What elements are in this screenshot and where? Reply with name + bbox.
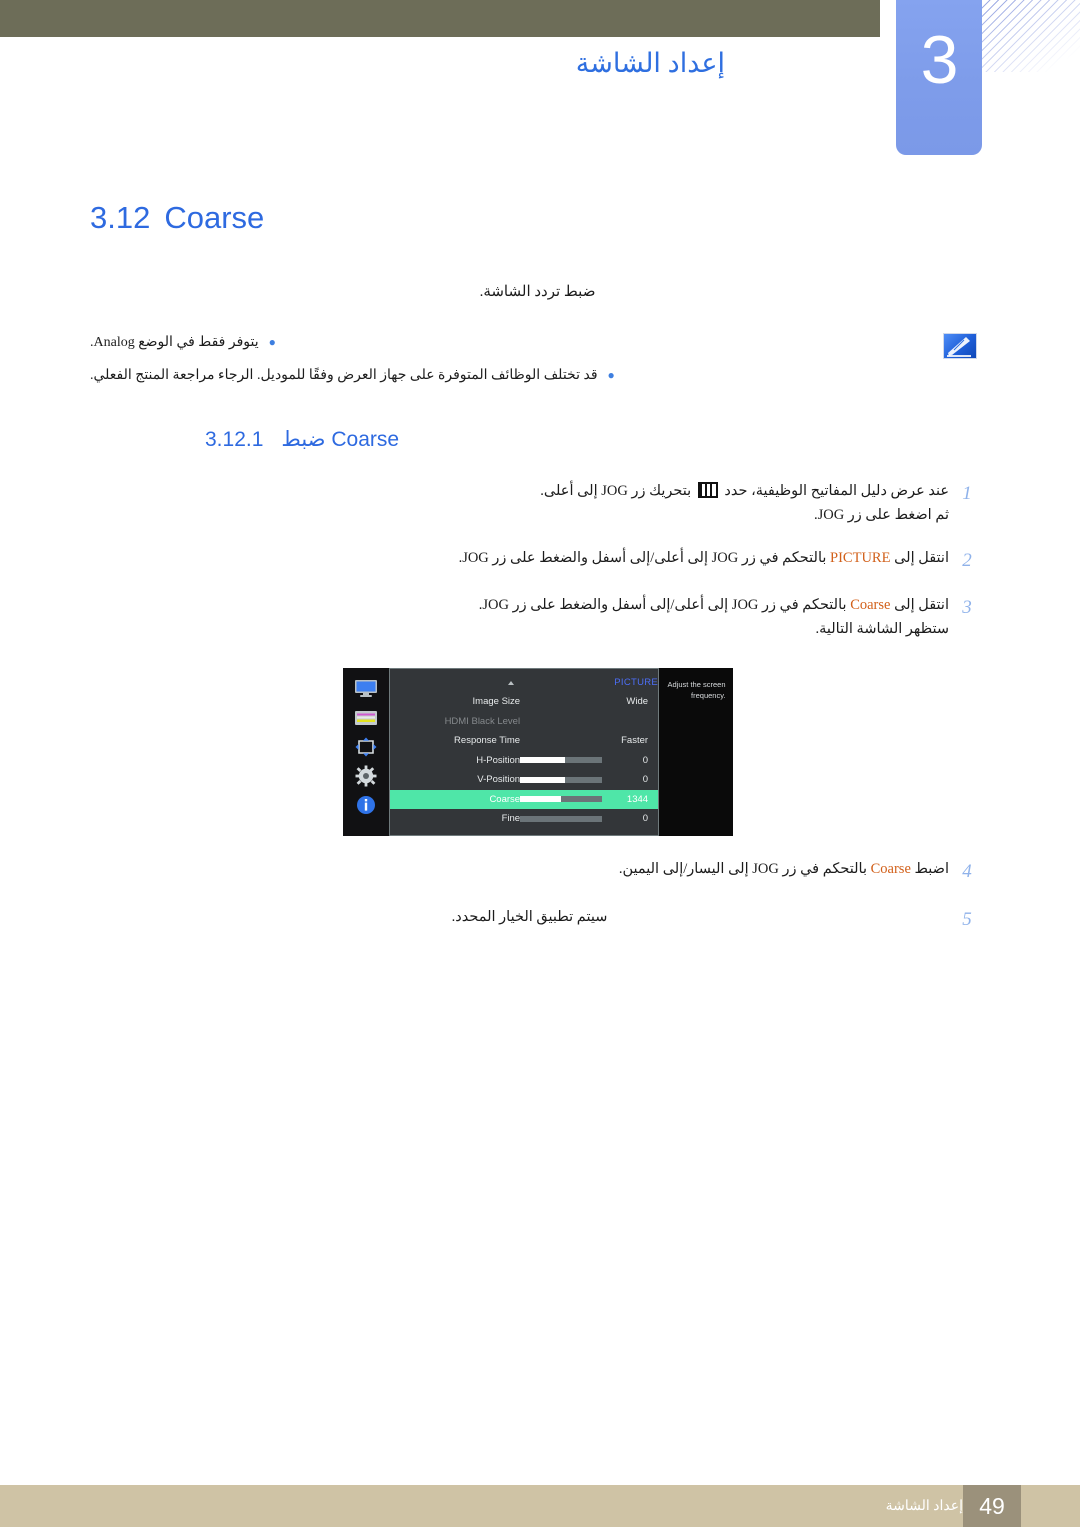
slider-track[interactable] xyxy=(520,815,603,822)
step-highlight-term: PICTURE xyxy=(830,549,891,566)
step-number: 1 xyxy=(962,483,972,504)
slider-track[interactable] xyxy=(520,757,603,764)
step-number: 2 xyxy=(962,549,972,571)
subsection-heading: 3.12.1 ضبط Coarse xyxy=(90,427,985,452)
subsection-number: 3.12.1 xyxy=(205,428,264,451)
osd-row-v-position[interactable]: V-Position 0 xyxy=(390,770,658,790)
osd-menu: PICTURE Image Size Wide HDMI Black Level… xyxy=(342,668,733,837)
step-item: 2 انتقل إلى PICTURE بالتحكم في زر JOG إل… xyxy=(90,547,985,576)
osd-menu-title-text: PICTURE xyxy=(614,677,659,689)
step-highlight-term: Coarse xyxy=(870,861,911,878)
osd-list-icon[interactable] xyxy=(353,707,379,728)
osd-row-control[interactable] xyxy=(520,757,603,764)
osd-screenshot-wrapper: PICTURE Image Size Wide HDMI Black Level… xyxy=(90,668,985,837)
step-text: انتقل إلى Coarse بالتحكم في زر JOG إلى أ… xyxy=(90,594,949,642)
section-intro-text: ضبط تردد الشاشة. xyxy=(479,284,596,300)
osd-row-label: H-Position xyxy=(476,754,521,766)
note-bullet-row: ● قد تختلف الوظائف المتوفرة على جهاز الع… xyxy=(90,364,919,389)
page-footer: 49 إعداد الشاشة xyxy=(0,1485,1080,1527)
osd-row-value: Wide xyxy=(626,696,649,708)
note-pen-icon xyxy=(943,333,977,359)
chapter-title: إعداد الشاشة xyxy=(575,48,725,78)
bullet-icon: ● xyxy=(607,367,615,382)
osd-row-label: HDMI Black Level xyxy=(444,715,521,727)
osd-row-label: Coarse xyxy=(489,793,521,805)
footer-chapter-label: إعداد الشاشة xyxy=(885,1498,963,1514)
section-number: 3.12 xyxy=(90,200,151,235)
step-item: 4 اضبط Coarse بالتحكم في زر JOG إلى اليس… xyxy=(90,858,985,887)
osd-row-image-size[interactable]: Image Size Wide xyxy=(390,692,658,712)
osd-row-label: Image Size xyxy=(472,696,521,708)
top-decorative-bar xyxy=(0,0,880,37)
step-item: 5 سيتم تطبيق الخيار المحدد. xyxy=(90,906,985,935)
osd-row-value: 1344 xyxy=(626,793,649,805)
step-text: اضبط Coarse بالتحكم في زر JOG إلى اليسار… xyxy=(90,858,949,882)
step-number: 3 xyxy=(962,597,972,619)
position-arrows-icon[interactable] xyxy=(353,736,379,757)
gear-icon[interactable] xyxy=(353,765,379,787)
osd-row-value: 0 xyxy=(642,754,649,766)
monitor-icon[interactable] xyxy=(353,678,379,699)
bullet-icon: ● xyxy=(268,335,276,349)
note-bullet-text: قد تختلف الوظائف المتوفرة على جهاز العرض… xyxy=(90,367,598,383)
slider-fill xyxy=(520,776,566,783)
step-text: سيتم تطبيق الخيار المحدد. xyxy=(451,908,608,925)
osd-row-label: V-Position xyxy=(477,774,521,786)
page-content: 3.12 Coarse ضبط تردد الشاشة. ● يتوفر فقط … xyxy=(90,200,985,953)
subsection-title-en: Coarse xyxy=(331,428,400,451)
step-subtext: ثم اضغط على زر JOG. xyxy=(813,506,949,523)
osd-row-value: 0 xyxy=(642,813,649,825)
osd-row-control[interactable] xyxy=(520,815,603,822)
corner-stripe-pattern xyxy=(978,0,1080,72)
osd-row-response-time[interactable]: Response Time Faster xyxy=(390,731,658,751)
step-item: 1 عند عرض دليل المفاتيح الوظيفية، حدد بت… xyxy=(90,480,985,528)
slider-fill xyxy=(520,796,562,803)
step-text-after: بتحريك زر JOG إلى أعلى. xyxy=(540,483,692,499)
section-heading: 3.12 Coarse xyxy=(90,200,985,236)
info-icon[interactable] xyxy=(353,794,379,815)
osd-help-text: Adjust the screen frequency. xyxy=(659,668,733,837)
section-title: Coarse xyxy=(164,200,265,235)
step-subtext: ستظهر الشاشة التالية. xyxy=(815,621,949,638)
osd-row-value: 0 xyxy=(642,774,649,786)
osd-panel: PICTURE Image Size Wide HDMI Black Level… xyxy=(389,668,660,837)
step-text-before: عند عرض دليل المفاتيح الوظيفية، حدد xyxy=(724,483,949,499)
osd-row-hdmi-black-level: HDMI Black Level xyxy=(390,712,658,732)
step-highlight-term: Coarse xyxy=(850,597,891,614)
step-item: 3 انتقل إلى Coarse بالتحكم في زر JOG إلى… xyxy=(90,594,985,642)
osd-row-label: Response Time xyxy=(454,735,521,747)
step-text-after: بالتحكم في زر JOG إلى اليسار/إلى اليمين. xyxy=(618,861,867,878)
step-text-after: بالتحكم في زر JOG إلى أعلى/إلى أسفل والض… xyxy=(458,549,827,566)
page-number: 49 xyxy=(963,1485,1021,1527)
osd-icon-rail xyxy=(342,668,390,837)
step-text: عند عرض دليل المفاتيح الوظيفية، حدد بتحر… xyxy=(90,480,949,528)
step-text-before: انتقل إلى xyxy=(894,549,949,566)
chapter-number: 3 xyxy=(920,22,959,98)
function-key-guide-icon xyxy=(697,482,718,498)
osd-menu-title: PICTURE xyxy=(390,675,658,692)
note-bullet-row: ● يتوفر فقط في الوضع Analog. xyxy=(90,331,919,356)
slider-track[interactable] xyxy=(520,776,603,783)
note-bullet-text: يتوفر فقط في الوضع Analog. xyxy=(90,335,259,350)
step-number: 4 xyxy=(962,861,972,883)
osd-row-value: Faster xyxy=(621,735,649,747)
osd-row-fine[interactable]: Fine 0 xyxy=(390,809,658,829)
osd-row-label: Fine xyxy=(501,813,521,825)
steps-list: 1 عند عرض دليل المفاتيح الوظيفية، حدد بت… xyxy=(90,480,985,642)
subsection-title-ar: ضبط xyxy=(281,428,326,451)
chevron-up-icon xyxy=(508,681,515,686)
step-text-before: انتقل إلى xyxy=(894,597,949,614)
osd-row-control[interactable] xyxy=(520,796,603,803)
step-text: انتقل إلى PICTURE بالتحكم في زر JOG إلى … xyxy=(90,547,949,571)
osd-row-h-position[interactable]: H-Position 0 xyxy=(390,751,658,771)
step-number: 5 xyxy=(962,908,972,930)
step-text-after: بالتحكم في زر JOG إلى أعلى/إلى أسفل والض… xyxy=(478,597,847,614)
note-block: ● يتوفر فقط في الوضع Analog. ● قد تختلف … xyxy=(90,331,985,393)
slider-track[interactable] xyxy=(520,796,603,803)
osd-row-coarse[interactable]: Coarse 1344 xyxy=(390,789,659,810)
step-text-before: اضبط xyxy=(914,861,949,878)
osd-row-control[interactable] xyxy=(520,776,603,783)
slider-fill xyxy=(520,757,566,764)
steps-list-continued: 4 اضبط Coarse بالتحكم في زر JOG إلى اليس… xyxy=(90,858,985,934)
